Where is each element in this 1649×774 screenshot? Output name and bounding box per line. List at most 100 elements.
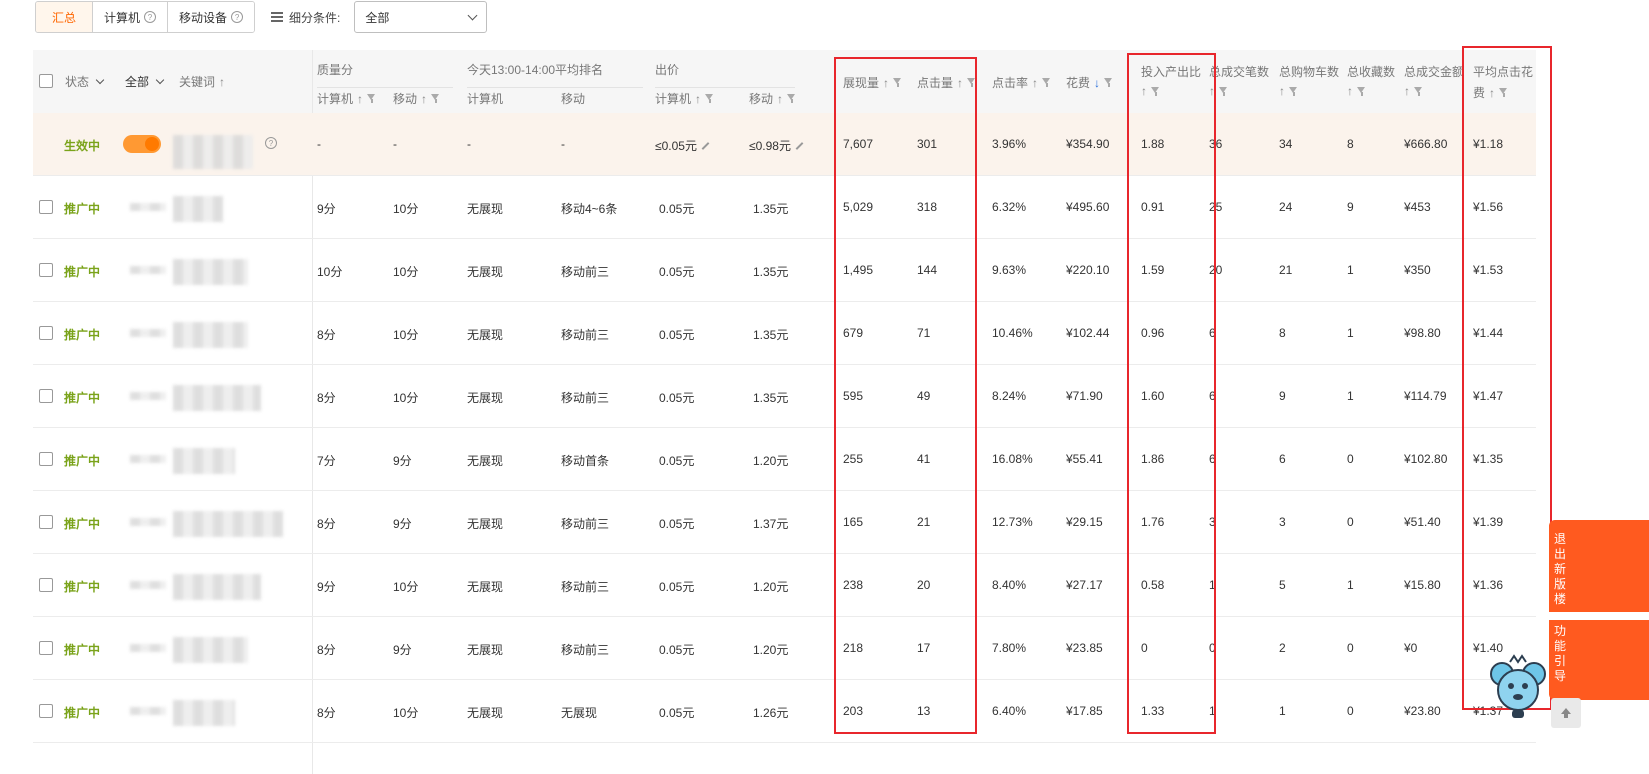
sort-up-icon[interactable]: ↑ — [1279, 84, 1285, 98]
filter-icon[interactable] — [1289, 86, 1298, 96]
filter-icon[interactable] — [1357, 86, 1366, 96]
row-checkbox[interactable] — [39, 326, 53, 340]
checkbox[interactable] — [39, 389, 53, 403]
cell-bid-mobile[interactable]: 1.20元 — [753, 641, 788, 658]
checkbox[interactable] — [39, 200, 53, 214]
checkbox[interactable] — [39, 452, 53, 466]
all-status-dropdown[interactable]: 全部 — [125, 73, 165, 90]
cell-bid-mobile[interactable]: 1.20元 — [753, 578, 788, 595]
sort-up-icon[interactable]: ↑ — [219, 75, 225, 89]
cell-gmv: ¥453 — [1404, 200, 1431, 214]
status-header[interactable]: 状态 — [65, 73, 105, 90]
toggle-switch[interactable] — [123, 135, 161, 153]
list-icon — [271, 12, 284, 22]
cost-header[interactable]: 花费 ↓ — [1066, 74, 1113, 91]
cell-bid-mobile[interactable]: 1.20元 — [753, 452, 788, 469]
edit-icon[interactable] — [795, 141, 804, 150]
cell-bid-mobile[interactable]: 1.26元 — [753, 704, 788, 721]
cell-bid-pc[interactable]: 0.05元 — [659, 452, 694, 469]
blurred-toggle — [130, 707, 166, 715]
filter-select[interactable]: 全部 — [354, 1, 488, 33]
checkbox[interactable] — [39, 326, 53, 340]
cell-cost: ¥55.41 — [1066, 452, 1103, 466]
sort-up-icon[interactable]: ↑ — [1347, 84, 1353, 98]
row-checkbox[interactable] — [39, 578, 53, 592]
blurred-keyword — [173, 259, 248, 285]
checkbox[interactable] — [39, 704, 53, 718]
cell-rank-pc: 无展现 — [467, 643, 504, 657]
tab-summary[interactable]: 汇总 — [36, 2, 94, 32]
select-all-checkbox[interactable] — [39, 74, 53, 88]
cell-bid-mobile[interactable]: 1.35元 — [753, 389, 788, 406]
sort-up-icon[interactable]: ↑ — [1404, 84, 1410, 98]
cell-bid-pc[interactable]: 0.05元 — [659, 389, 694, 406]
tab-mobile[interactable]: 移动设备? — [167, 2, 255, 32]
cell-cost: ¥220.10 — [1066, 263, 1110, 277]
side-float-item-1[interactable]: 退出新版楼 — [1554, 532, 1568, 607]
cell-bid-pc[interactable]: 0.05元 — [659, 578, 694, 595]
summary-bid-pc[interactable]: ≤0.05元 — [655, 137, 710, 154]
tab-computer[interactable]: 计算机? — [92, 2, 168, 32]
filter-icon[interactable] — [1104, 78, 1113, 87]
row-checkbox[interactable] — [39, 200, 53, 214]
help-icon[interactable]: ? — [265, 137, 277, 149]
edit-icon[interactable] — [701, 141, 710, 150]
row-checkbox[interactable] — [39, 389, 53, 403]
carts-header[interactable]: 总购物车数 — [1279, 63, 1339, 80]
sort-up-icon[interactable]: ↑ — [695, 92, 701, 106]
toggle-knob[interactable] — [123, 135, 161, 153]
mascot-icon[interactable] — [1488, 652, 1548, 722]
quality-mobile-header[interactable]: 移动 ↑ — [393, 90, 440, 107]
gmv-header[interactable]: 总成交金额 — [1404, 63, 1464, 80]
sort-up-icon[interactable]: ↑ — [357, 92, 363, 106]
cell-bid-pc[interactable]: 0.05元 — [659, 515, 694, 532]
scroll-top-icon[interactable] — [1551, 698, 1581, 728]
cell-bid-mobile[interactable]: 1.37元 — [753, 515, 788, 532]
cell-gmv: ¥23.80 — [1404, 704, 1441, 718]
sort-down-icon[interactable]: ↓ — [1094, 76, 1100, 90]
filter-icon[interactable] — [705, 94, 714, 103]
cell-bid-pc[interactable]: 0.05元 — [659, 200, 694, 217]
row-checkbox[interactable] — [39, 452, 53, 466]
side-float-item-2[interactable]: 功能引导 — [1554, 624, 1568, 684]
row-checkbox[interactable] — [39, 263, 53, 277]
cell-bid-pc[interactable]: 0.05元 — [659, 263, 694, 280]
cell-favs: 0 — [1347, 704, 1354, 718]
header-divider — [317, 87, 453, 88]
filter-icon[interactable] — [1219, 86, 1228, 96]
filter-icon[interactable] — [787, 94, 796, 103]
keyword-header[interactable]: 关键词 ↑ — [179, 73, 225, 90]
checkbox[interactable] — [39, 74, 53, 88]
cell-rank-pc: 无展现 — [467, 265, 504, 279]
checkbox[interactable] — [39, 578, 53, 592]
checkbox[interactable] — [39, 263, 53, 277]
quality-pc-header[interactable]: 计算机 ↑ — [317, 90, 376, 107]
sort-up-icon[interactable]: ↑ — [777, 92, 783, 106]
checkbox[interactable] — [39, 515, 53, 529]
bid-mobile-header[interactable]: 移动 ↑ — [749, 90, 796, 107]
row-checkbox[interactable] — [39, 641, 53, 655]
filter-icon[interactable] — [431, 94, 440, 103]
help-icon[interactable]: ? — [231, 11, 244, 23]
cell-bid-mobile[interactable]: 1.35元 — [753, 263, 788, 280]
row-checkbox[interactable] — [39, 704, 53, 718]
cell-bid-mobile[interactable]: 1.35元 — [753, 326, 788, 343]
filter-icon[interactable] — [1414, 86, 1423, 96]
blurred-keyword — [173, 135, 253, 169]
filter-icon[interactable] — [367, 94, 376, 103]
cell-bid-mobile[interactable]: 1.35元 — [753, 200, 788, 217]
sort-up-icon[interactable]: ↑ — [1032, 76, 1038, 90]
row-checkbox[interactable] — [39, 515, 53, 529]
summary-bid-mobile[interactable]: ≤0.98元 — [749, 137, 804, 154]
sort-up-icon[interactable]: ↑ — [421, 92, 427, 106]
deals-header[interactable]: 总成交笔数 — [1209, 63, 1269, 80]
favs-header[interactable]: 总收藏数 — [1347, 63, 1395, 80]
help-icon[interactable]: ? — [144, 11, 157, 23]
filter-icon[interactable] — [1042, 78, 1051, 87]
ctr-header[interactable]: 点击率 ↑ — [992, 74, 1051, 91]
cell-bid-pc[interactable]: 0.05元 — [659, 704, 694, 721]
cell-bid-pc[interactable]: 0.05元 — [659, 641, 694, 658]
checkbox[interactable] — [39, 641, 53, 655]
cell-bid-pc[interactable]: 0.05元 — [659, 326, 694, 343]
bid-pc-header[interactable]: 计算机 ↑ — [655, 90, 714, 107]
